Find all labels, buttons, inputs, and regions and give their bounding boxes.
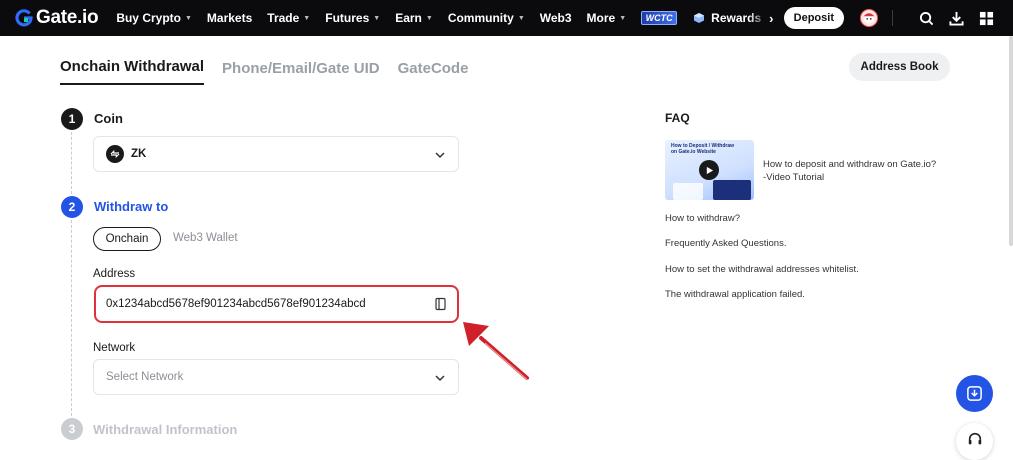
caret-down-icon: ▼ — [303, 14, 311, 22]
option-web3-wallet[interactable]: Web3 Wallet — [173, 232, 238, 244]
logo-text: Gate.io — [36, 7, 99, 28]
tab-onchain-withdrawal[interactable]: Onchain Withdrawal — [60, 58, 205, 85]
chevron-right-icon[interactable]: › — [769, 11, 773, 26]
address-book-button[interactable]: Address Book — [849, 53, 950, 81]
download-tray-icon — [967, 386, 982, 401]
faq-link[interactable]: The withdrawal application failed. — [665, 289, 805, 300]
caret-down-icon: ▼ — [184, 14, 192, 22]
wctc-badge[interactable]: WCTC — [641, 11, 678, 25]
caret-down-icon: ▼ — [425, 14, 433, 22]
top-nav: Gate.io Buy Crypto ▼ Markets Trade ▼ Futur… — [0, 0, 1013, 36]
faq-video-thumbnail[interactable]: How to Deposit / Withdraw on Gate.io Web… — [665, 140, 754, 200]
faq-link[interactable]: Frequently Asked Questions. — [665, 238, 786, 249]
nav-label: Trade — [267, 11, 300, 25]
rewards-fade — [749, 11, 770, 25]
nav-item-markets[interactable]: Markets — [207, 11, 252, 25]
nav-label: Community — [447, 11, 514, 25]
network-label: Network — [93, 342, 136, 354]
address-field-highlight — [94, 285, 459, 323]
deposit-button[interactable]: Deposit — [783, 7, 844, 29]
nav-item-buy-crypto[interactable]: Buy Crypto ▼ — [116, 11, 192, 25]
nav-label: Earn — [395, 11, 422, 25]
nav-divider — [892, 10, 893, 26]
video-title-line: -Video Tutorial — [763, 172, 825, 183]
nav-label: Web3 — [539, 11, 572, 25]
nav-item-futures[interactable]: Futures ▼ — [325, 11, 380, 25]
address-book-icon[interactable] — [435, 297, 447, 311]
coin-select[interactable]: ZK — [93, 136, 459, 172]
nav-label: Markets — [206, 11, 253, 25]
withdraw-tabs: Onchain Withdrawal Phone/Email/Gate UID … — [60, 58, 486, 85]
step-number-withdraw-to: 2 — [61, 196, 83, 218]
thumbnail-monitor — [713, 180, 751, 200]
caret-down-icon: ▼ — [517, 14, 525, 22]
avatar-face-icon — [863, 12, 875, 24]
nav-right: Deposit — [783, 0, 995, 36]
network-placeholder: Select Network — [106, 371, 184, 383]
search-icon — [919, 11, 933, 25]
search-button[interactable] — [917, 9, 935, 27]
chevron-down-icon — [435, 375, 445, 382]
download-button[interactable] — [947, 9, 965, 27]
tab-gatecode[interactable]: GateCode — [398, 60, 469, 85]
faq-title: FAQ — [665, 111, 690, 125]
nav-item-more[interactable]: More ▼ — [587, 11, 627, 25]
apps-button[interactable] — [977, 9, 995, 27]
network-select[interactable]: Select Network — [93, 359, 459, 395]
nav-item-community[interactable]: Community ▼ — [448, 11, 525, 25]
nav-item-rewards[interactable]: Rewards — [693, 11, 770, 25]
play-icon[interactable] — [699, 160, 719, 180]
gate-logo-icon — [15, 9, 33, 27]
video-title-line: How to deposit and withdraw on Gate.io? — [763, 159, 937, 170]
step-number-withdrawal-info: 3 — [61, 418, 83, 440]
step-connector — [71, 220, 72, 416]
gate-logo[interactable]: Gate.io — [14, 7, 99, 29]
zk-arrows-icon — [110, 149, 120, 159]
nav-item-web3[interactable]: Web3 — [540, 11, 572, 25]
caret-down-icon: ▼ — [619, 14, 627, 22]
step-title-coin: Coin — [94, 111, 123, 126]
thumbnail-screen — [673, 183, 703, 200]
nav-item-trade[interactable]: Trade ▼ — [267, 11, 310, 25]
faq-link[interactable]: How to set the withdrawal addresses whit… — [665, 264, 859, 275]
floating-deposit-button[interactable] — [956, 375, 993, 412]
option-onchain[interactable]: Onchain — [93, 227, 161, 251]
coin-selected-label: ZK — [131, 148, 147, 160]
gift-box-icon — [694, 13, 705, 23]
thumbnail-text: How to Deposit / Withdraw on Gate.io Web… — [671, 143, 735, 155]
step-title-withdraw-to: Withdraw to — [94, 199, 169, 214]
avatar[interactable] — [860, 9, 878, 27]
grid-icon — [979, 11, 993, 25]
address-label: Address — [93, 268, 136, 280]
chevron-down-icon — [435, 152, 445, 159]
faq-video-title[interactable]: How to deposit and withdraw on Gate.io? … — [763, 158, 953, 184]
step-title-withdrawal-info: Withdrawal Information — [93, 422, 238, 437]
play-triangle-icon — [706, 166, 713, 174]
caret-down-icon: ▼ — [373, 14, 381, 22]
red-arrow-annotation-icon — [463, 322, 531, 383]
nav-label: More — [586, 11, 616, 25]
page-scrollbar[interactable] — [1009, 36, 1013, 246]
headset-icon — [968, 432, 981, 445]
step-number-coin: 1 — [61, 108, 83, 130]
nav-label: Buy Crypto — [116, 11, 181, 25]
download-icon — [948, 11, 964, 26]
nav-label: Futures — [325, 11, 370, 25]
nav-item-earn[interactable]: Earn ▼ — [395, 11, 433, 25]
nav-menu: Buy Crypto ▼ Markets Trade ▼ Futures ▼ Earn… — [116, 11, 773, 26]
zk-coin-icon — [106, 145, 124, 163]
address-input[interactable] — [106, 298, 426, 310]
step-connector — [71, 132, 72, 194]
customer-support-button[interactable] — [956, 423, 993, 460]
tab-phone-email-uid[interactable]: Phone/Email/Gate UID — [222, 60, 380, 85]
faq-link[interactable]: How to withdraw? — [665, 213, 740, 224]
